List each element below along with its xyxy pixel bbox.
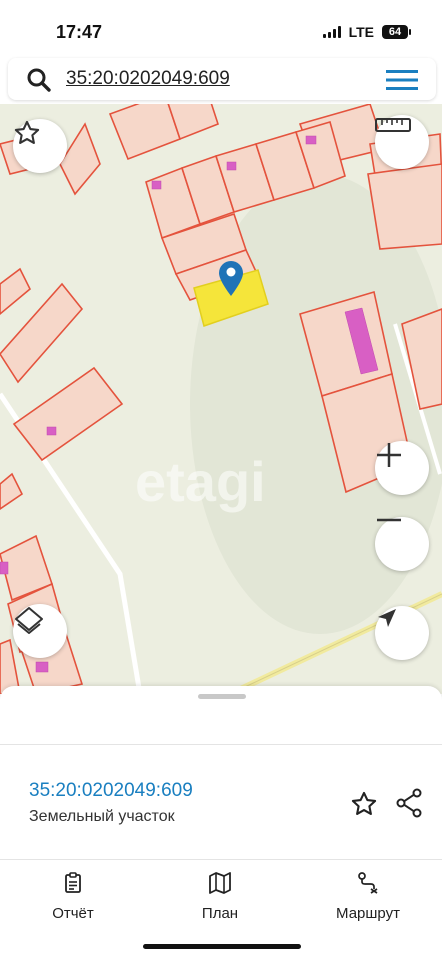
info-sheet: 35:20:0202049:609 Земельный участок Отчё… bbox=[0, 686, 442, 960]
cadastral-map[interactable]: etagi bbox=[0, 104, 442, 694]
status-bar: 17:47 LTE 64 bbox=[0, 0, 442, 56]
tab-route[interactable]: Маршрут bbox=[313, 872, 423, 922]
zoom-in-button[interactable] bbox=[375, 441, 429, 495]
search-query[interactable]: 35:20:0202049:609 bbox=[66, 68, 230, 90]
map-icon bbox=[208, 872, 232, 898]
parcel bbox=[367, 163, 442, 250]
parcel bbox=[0, 267, 31, 316]
map-watermark: etagi bbox=[135, 450, 266, 513]
tab-plan-label: План bbox=[201, 905, 239, 922]
status-indicators: LTE 64 bbox=[322, 24, 411, 40]
building bbox=[46, 426, 57, 436]
ruler-button[interactable] bbox=[375, 115, 429, 169]
parcel bbox=[59, 122, 101, 196]
tab-route-label: Маршрут bbox=[336, 905, 400, 922]
building bbox=[305, 135, 317, 145]
sheet-handle[interactable] bbox=[198, 694, 246, 699]
network-label: LTE bbox=[348, 24, 374, 40]
object-type: Земельный участок bbox=[29, 808, 175, 825]
home-indicator bbox=[143, 944, 301, 949]
parcel bbox=[0, 472, 24, 510]
parcel bbox=[108, 104, 182, 161]
star-outline-icon[interactable] bbox=[350, 790, 378, 823]
hamburger-menu-icon[interactable] bbox=[386, 70, 418, 95]
signal-icon bbox=[322, 26, 341, 38]
building bbox=[35, 661, 49, 673]
parcel bbox=[12, 366, 124, 462]
share-icon[interactable] bbox=[395, 788, 423, 823]
cadastral-number-link[interactable]: 35:20:0202049:609 bbox=[29, 780, 193, 802]
building bbox=[0, 561, 9, 575]
report-icon bbox=[62, 872, 84, 898]
divider bbox=[0, 744, 442, 745]
search-bar[interactable]: 35:20:0202049:609 bbox=[8, 58, 436, 100]
building bbox=[226, 161, 237, 171]
divider bbox=[0, 859, 442, 860]
battery-icon: 64 bbox=[382, 25, 411, 39]
locate-button[interactable] bbox=[375, 606, 429, 660]
search-icon[interactable] bbox=[26, 67, 52, 98]
status-time: 17:47 bbox=[56, 22, 103, 42]
building bbox=[151, 180, 162, 190]
layers-button[interactable] bbox=[13, 604, 67, 658]
tab-plan[interactable]: План bbox=[165, 872, 275, 922]
tab-report[interactable]: Отчёт bbox=[18, 872, 128, 922]
tab-report-label: Отчёт bbox=[52, 905, 94, 922]
route-icon bbox=[356, 872, 380, 898]
favorite-button[interactable] bbox=[13, 119, 67, 173]
zoom-out-button[interactable] bbox=[375, 517, 429, 571]
